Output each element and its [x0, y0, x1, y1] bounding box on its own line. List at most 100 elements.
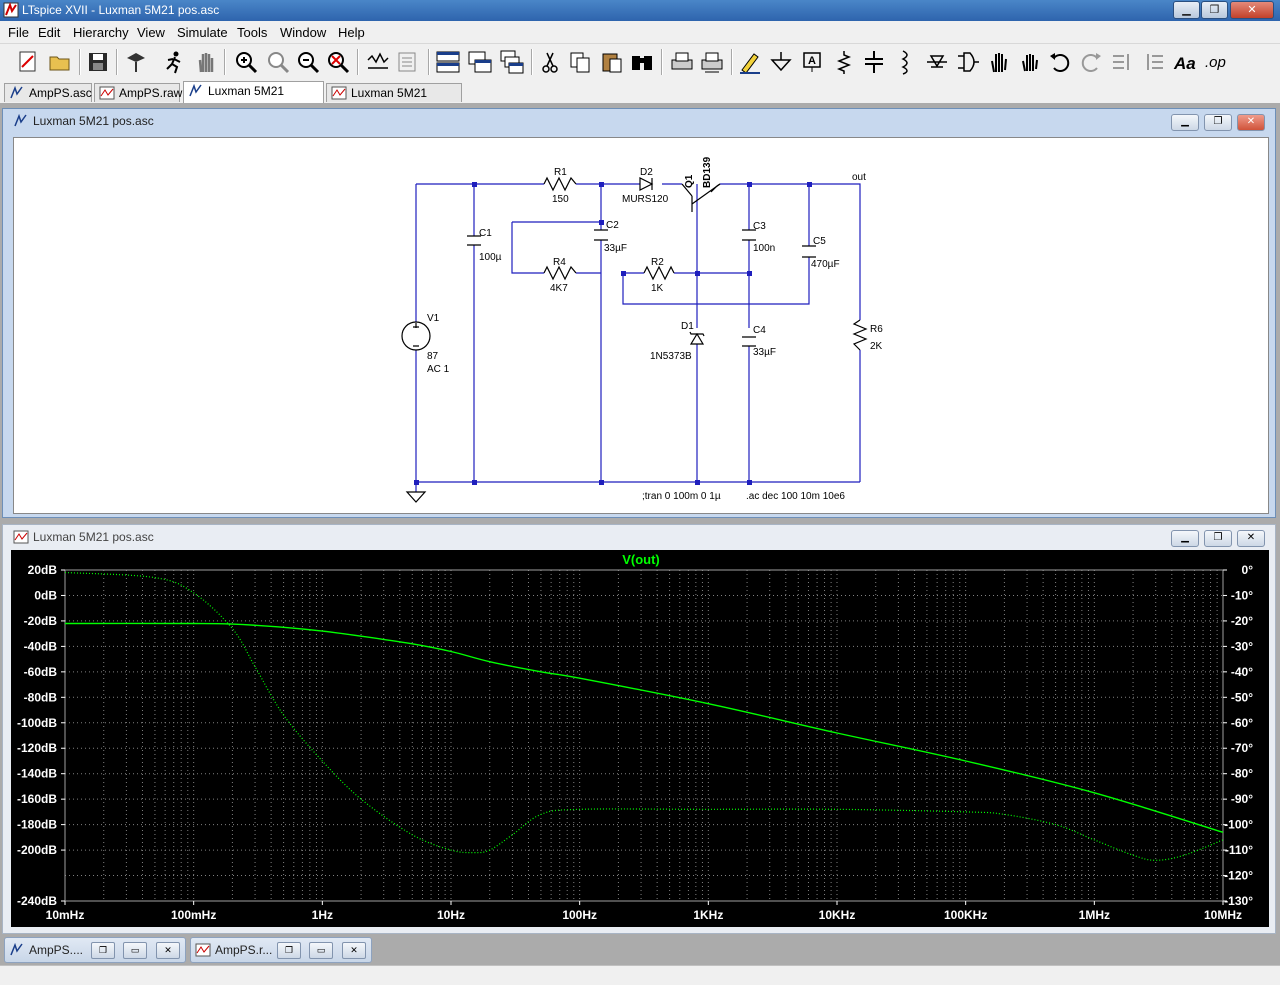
component-symbols [401, 176, 868, 503]
y-tick-label-right: -120° [1224, 869, 1253, 883]
copy-icon[interactable] [566, 48, 594, 76]
rotate-icon[interactable] [1108, 48, 1136, 76]
resistor-icon[interactable] [830, 48, 858, 76]
y-tick-label-right: -20° [1231, 614, 1253, 628]
drag-hand-icon[interactable] [1016, 48, 1044, 76]
tab-ampps-raw[interactable]: AmpPS.raw [94, 83, 182, 102]
maximize-button[interactable]: ▭ [309, 942, 333, 959]
y-tick-label-left: -100dB [17, 716, 57, 730]
x-tick-label: 100Hz [562, 908, 597, 922]
tab-luxman-asc[interactable]: Luxman 5M21 pos.asc [183, 81, 324, 116]
waveform-window-title: Luxman 5M21 pos.asc [33, 530, 154, 544]
save-icon[interactable] [84, 48, 112, 76]
component-icon[interactable] [954, 48, 982, 76]
y-tick-label-right: -40° [1231, 665, 1253, 679]
text-icon[interactable]: Aa [1171, 48, 1199, 76]
maximize-button[interactable]: ▭ [123, 942, 147, 959]
label-net-icon[interactable]: A [798, 48, 826, 76]
c1-value: 100µ [479, 252, 502, 263]
minimize-button[interactable]: ▁ [1173, 1, 1200, 19]
draw-wire-pencil-icon[interactable] [736, 48, 764, 76]
minimized-window-ampps-raw[interactable]: AmpPS.r... ❐ ▭ ✕ [190, 937, 372, 963]
r4-ref: R4 [553, 257, 566, 268]
y-tick-label-left: -60dB [24, 665, 58, 679]
minimized-window-ampps-asc[interactable]: AmpPS.... ❐ ▭ ✕ [4, 937, 186, 963]
c3-ref: C3 [753, 221, 766, 232]
waveform-close-button[interactable]: ✕ [1237, 530, 1265, 547]
y-tick-label-right: -130° [1224, 894, 1253, 908]
undo-icon[interactable] [1046, 48, 1074, 76]
menu-view[interactable]: View [137, 25, 165, 40]
status-bar [0, 965, 1280, 985]
zoom-in-icon[interactable] [232, 48, 260, 76]
move-hand-icon[interactable] [985, 48, 1013, 76]
r4-value: 4K7 [550, 283, 568, 294]
waveform-icon [99, 86, 115, 100]
cascade-icon[interactable] [498, 48, 526, 76]
redo-icon[interactable] [1077, 48, 1105, 76]
v1-ac: AC 1 [427, 364, 450, 375]
menu-edit[interactable]: Edit [38, 25, 60, 40]
control-panel-icon[interactable] [122, 48, 150, 76]
waveform-plot[interactable]: 10mHz 100mHz 1Hz 10Hz 100Hz 1KHz 10KHz 100KHz 1M… [11, 550, 1269, 927]
halt-hand-icon[interactable] [192, 48, 220, 76]
run-icon[interactable] [160, 48, 188, 76]
menu-tools[interactable]: Tools [237, 25, 267, 40]
x-tick-label: 10MHz [1204, 908, 1242, 922]
open-folder-icon[interactable] [46, 48, 74, 76]
menu-file[interactable]: File [8, 25, 29, 40]
plot-grid [64, 569, 1223, 902]
paste-icon[interactable] [598, 48, 626, 76]
diode-icon[interactable] [923, 48, 951, 76]
capacitor-icon[interactable] [860, 48, 888, 76]
menu-window[interactable]: Window [280, 25, 326, 40]
net-out-label: out [852, 172, 866, 183]
find-binoculars-icon[interactable] [628, 48, 656, 76]
c4-ref: C4 [753, 325, 766, 336]
restore-button[interactable]: ❐ [91, 942, 115, 959]
d1-value: 1N5373B [650, 351, 692, 362]
zoom-out-icon[interactable] [294, 48, 322, 76]
zoom-fit-icon[interactable] [324, 48, 352, 76]
cut-scissors-icon[interactable] [536, 48, 564, 76]
mark-unref-icon[interactable] [394, 48, 422, 76]
tab-luxman-raw[interactable]: Luxman 5M21 pos.asc [326, 83, 462, 118]
new-schematic-icon[interactable] [14, 48, 42, 76]
y-tick-label-left: 0dB [34, 588, 57, 602]
restore-button[interactable]: ❐ [277, 942, 301, 959]
close-button[interactable]: ✕ [156, 942, 180, 959]
schematic-close-button[interactable]: ✕ [1237, 114, 1265, 131]
tab-ampps-asc[interactable]: AmpPS.asc [4, 83, 92, 102]
tile-vertical-icon[interactable] [466, 48, 494, 76]
y-tick-label-right: -50° [1231, 690, 1253, 704]
mirror-icon[interactable] [1140, 48, 1168, 76]
bode-plot-svg: 10mHz 100mHz 1Hz 10Hz 100Hz 1KHz 10KHz 100KHz 1M… [17, 552, 1253, 922]
print-icon[interactable] [668, 48, 696, 76]
inductor-icon[interactable] [891, 48, 919, 76]
schematic-restore-button[interactable]: ❐ [1204, 114, 1232, 131]
tile-horizontal-icon[interactable] [434, 48, 462, 76]
waveform-minimize-button[interactable]: ▁ [1171, 530, 1199, 547]
menu-hierarchy[interactable]: Hierarchy [73, 25, 129, 40]
trace-name-label[interactable]: V(out) [622, 552, 660, 567]
x-tick-label: 1Hz [312, 908, 333, 922]
close-button[interactable]: ✕ [1230, 1, 1274, 19]
ground-icon[interactable] [767, 48, 795, 76]
maximize-button[interactable]: ❐ [1201, 1, 1228, 19]
waveform-restore-button[interactable]: ❐ [1204, 530, 1232, 547]
schematic-canvas[interactable]: R1 150 D2 MURS120 Q1 BD139 out C1 100µ C… [13, 137, 1269, 514]
print-preview-icon[interactable] [698, 48, 726, 76]
y-tick-label-left: 20dB [28, 563, 58, 577]
c2-value: 33µF [604, 243, 627, 254]
zoom-pan-icon[interactable] [264, 48, 292, 76]
autorange-icon[interactable] [364, 48, 392, 76]
menu-help[interactable]: Help [338, 25, 365, 40]
y-tick-label-left: -140dB [17, 767, 57, 781]
close-button[interactable]: ✕ [342, 942, 366, 959]
menu-simulate[interactable]: Simulate [177, 25, 228, 40]
schematic-minimize-button[interactable]: ▁ [1171, 114, 1199, 131]
spice-directive-icon[interactable]: .op [1202, 48, 1230, 76]
y-tick-label-left: -40dB [24, 639, 58, 653]
y-tick-label-left: -160dB [17, 792, 57, 806]
phase-trace [64, 571, 1224, 861]
